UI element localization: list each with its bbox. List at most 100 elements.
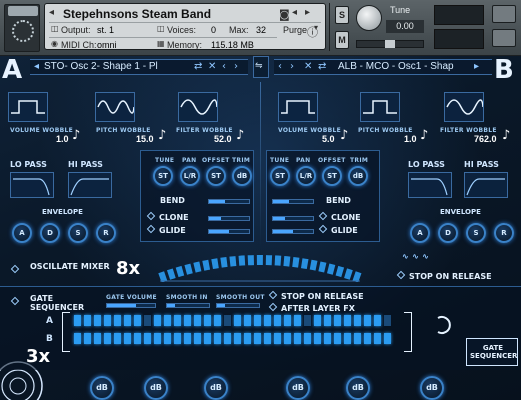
gate-step[interactable] [314, 333, 321, 344]
gate-step[interactable] [124, 333, 131, 344]
gate-step[interactable] [284, 333, 291, 344]
gate-multiplier[interactable]: 3x [26, 346, 50, 367]
decay-a-knob[interactable]: D [40, 223, 60, 243]
gate-step[interactable] [84, 315, 91, 326]
gate-step[interactable] [194, 333, 201, 344]
gate-step[interactable] [134, 315, 141, 326]
instrument-name[interactable]: Stepehnsons Steam Band [63, 7, 211, 21]
gate-step[interactable] [104, 315, 111, 326]
next-instrument-icon[interactable]: ▸ [305, 7, 310, 18]
filter-wobble-a-value[interactable]: 52.0 [214, 134, 232, 144]
source-a-right-icon[interactable]: › [234, 61, 238, 72]
offset-b-knob[interactable]: ST [322, 166, 342, 186]
gate-step[interactable] [194, 315, 201, 326]
gate-step[interactable] [84, 333, 91, 344]
close-icon[interactable] [492, 5, 516, 23]
output-value[interactable]: st. 1 [97, 25, 114, 35]
gate-step[interactable] [174, 315, 181, 326]
pitch-wobble-b-sync-icon[interactable]: ♪ [420, 128, 428, 143]
pitch-wobble-b-value[interactable]: 1.0 [404, 134, 417, 144]
pan-a-knob[interactable]: L/R [180, 166, 200, 186]
smooth-in-slider[interactable] [166, 303, 210, 308]
filter-wobble-a-sync-icon[interactable]: ♪ [236, 128, 244, 143]
tune-b-knob[interactable]: ST [270, 166, 290, 186]
nav-arrow-icon[interactable]: ◂ [49, 7, 54, 18]
wave-selector-icon[interactable]: ∿ ∿ ∿ [402, 252, 429, 261]
stop-on-release-gate-toggle[interactable]: STOP ON RELEASE [268, 290, 364, 301]
gate-step[interactable] [274, 315, 281, 326]
gate-volume-slider[interactable] [106, 303, 156, 308]
glide-a-toggle[interactable]: GLIDE [146, 224, 186, 235]
attack-a-knob[interactable]: A [12, 223, 32, 243]
gate-step[interactable] [324, 333, 331, 344]
source-b-folder-icon[interactable]: ▸ [474, 61, 479, 72]
gate-step[interactable] [294, 333, 301, 344]
aux-button[interactable] [492, 29, 516, 47]
gate-step[interactable] [254, 333, 261, 344]
decay-b-knob[interactable]: D [438, 223, 458, 243]
hi-pass-a-display[interactable] [68, 172, 112, 198]
gate-step[interactable] [184, 315, 191, 326]
gate-step[interactable] [224, 315, 231, 326]
bottom-knob-1[interactable]: dB [90, 376, 114, 400]
sustain-b-knob[interactable]: S [466, 223, 486, 243]
bottom-knob-3[interactable]: dB [204, 376, 228, 400]
gate-step[interactable] [94, 315, 101, 326]
volume-wobble-a-value[interactable]: 1.0 [56, 134, 69, 144]
source-a-clear-icon[interactable]: ✕ [208, 61, 216, 72]
clone-b-slider[interactable] [272, 216, 314, 221]
gate-step[interactable] [274, 333, 281, 344]
hi-pass-b-display[interactable] [464, 172, 508, 198]
gate-step[interactable] [204, 315, 211, 326]
gate-step[interactable] [224, 333, 231, 344]
gate-step[interactable] [354, 315, 361, 326]
clone-b-toggle[interactable]: CLONE [318, 211, 361, 222]
filter-wobble-b-value[interactable]: 762.0 [474, 134, 497, 144]
source-a-left-icon[interactable]: ‹ [222, 61, 226, 72]
camera-icon[interactable]: ◙ [279, 8, 290, 21]
lo-pass-a-display[interactable] [10, 172, 54, 198]
max-voices-value[interactable]: 32 [256, 25, 266, 35]
pitch-wobble-a-value[interactable]: 15.0 [136, 134, 154, 144]
gate-step[interactable] [254, 315, 261, 326]
volume-wobble-b-sync-icon[interactable]: ♪ [340, 128, 348, 143]
oscillate-mixer-toggle-icon[interactable] [10, 264, 20, 274]
gate-step[interactable] [244, 333, 251, 344]
gate-step[interactable] [114, 333, 121, 344]
gate-step[interactable] [384, 333, 391, 344]
after-layer-fx-toggle[interactable]: AFTER LAYER FX [268, 302, 355, 313]
trim-b-knob[interactable]: dB [348, 166, 368, 186]
gate-step[interactable] [364, 333, 371, 344]
gate-step[interactable] [114, 315, 121, 326]
oscillate-multiplier[interactable]: 8x [116, 258, 140, 279]
source-a-name[interactable]: STO- Osc 2- Shape 1 - Pl [44, 61, 184, 72]
gate-step[interactable] [314, 315, 321, 326]
gate-step[interactable] [154, 333, 161, 344]
source-b-name[interactable]: ALB - MCO - Osc1 - Shap [338, 61, 462, 72]
gate-step[interactable] [344, 333, 351, 344]
source-b-prev-icon[interactable]: ‹ [278, 61, 282, 72]
gate-step[interactable] [74, 333, 81, 344]
gate-step[interactable] [264, 315, 271, 326]
bend-b-slider[interactable] [272, 199, 314, 204]
trim-a-knob[interactable]: dB [232, 166, 252, 186]
bottom-knob-6[interactable]: dB [420, 376, 444, 400]
stop-on-release-osc-toggle[interactable]: STOP ON RELEASE [396, 270, 492, 281]
gate-step[interactable] [94, 333, 101, 344]
gate-step[interactable] [234, 315, 241, 326]
source-b-next-icon[interactable]: › [290, 61, 294, 72]
midi-channel-value[interactable]: omni [97, 40, 117, 50]
offset-a-knob[interactable]: ST [206, 166, 226, 186]
glide-a-slider[interactable] [208, 229, 250, 234]
sustain-a-knob[interactable]: S [68, 223, 88, 243]
release-a-knob[interactable]: R [96, 223, 116, 243]
gate-step[interactable] [124, 315, 131, 326]
volume-slider-thumb[interactable] [384, 40, 395, 48]
volume-wobble-a-sync-icon[interactable]: ♪ [72, 128, 80, 143]
clone-a-slider[interactable] [208, 216, 250, 221]
bottom-knob-4[interactable]: dB [286, 376, 310, 400]
clone-a-toggle[interactable]: CLONE [146, 211, 189, 222]
tune-knob[interactable] [356, 5, 382, 31]
gate-step[interactable] [104, 333, 111, 344]
gate-step[interactable] [304, 333, 311, 344]
